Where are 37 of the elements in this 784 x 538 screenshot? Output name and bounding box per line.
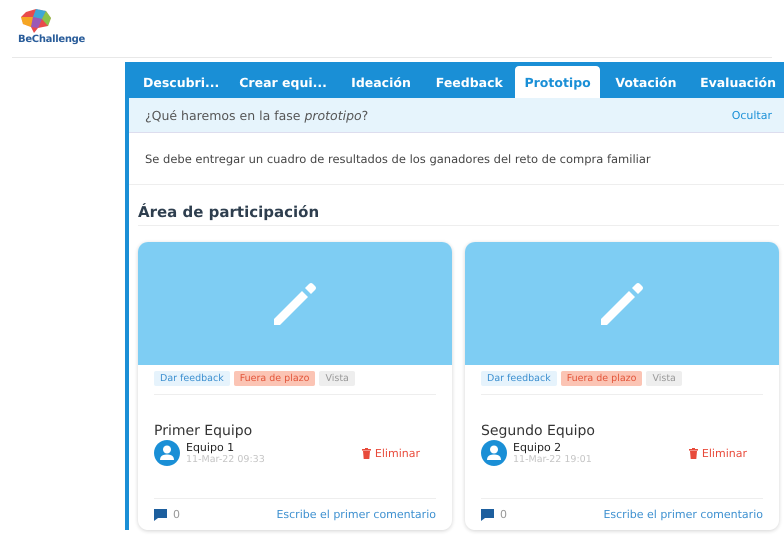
status-tag: Vista	[646, 371, 682, 386]
user-avatar-icon	[481, 440, 507, 466]
section-title: Área de participación	[138, 203, 779, 226]
phase-tab[interactable]: Crear equi...	[231, 66, 335, 98]
status-tag: Fuera de plazo	[560, 371, 642, 386]
comment-link[interactable]: Escribe el primer comentario	[603, 508, 763, 521]
status-tag: Dar feedback	[154, 371, 230, 386]
phase-tab[interactable]: Descubri...	[135, 66, 228, 98]
comment-count: 0	[500, 508, 507, 521]
team-name: Equipo 2	[513, 441, 562, 454]
user-avatar-icon	[154, 440, 180, 466]
delete-button[interactable]: Eliminar	[356, 446, 426, 460]
logo-text: BeChallenge	[18, 34, 86, 45]
phase-question: ¿Qué haremos en la fase prototipo?	[145, 108, 368, 122]
trash-icon	[688, 448, 698, 458]
phase-tab[interactable]: Evaluación	[692, 66, 784, 98]
phase-tab[interactable]: Votación	[604, 66, 688, 98]
comment-link[interactable]: Escribe el primer comentario	[276, 508, 436, 521]
phase-tab[interactable]: Prototipo	[515, 66, 600, 98]
comment-icon	[481, 508, 494, 520]
description-text: Se debe entregar un cuadro de resultados de los ganadores del reto de compra familiar	[145, 152, 651, 166]
status-tag: Fuera de plazo	[234, 371, 316, 386]
date-text: 11-Mar-22 09:33	[186, 454, 266, 465]
hide-link[interactable]: Ocultar	[732, 108, 772, 122]
phase-tab[interactable]: Feedback	[427, 66, 512, 98]
logo-icon	[18, 8, 54, 34]
status-tag: Dar feedback	[481, 371, 557, 386]
trash-icon	[362, 448, 371, 458]
card-title: Segundo Equipo	[481, 423, 596, 439]
date-text: 11-Mar-22 19:01	[513, 454, 593, 465]
team-name: Equipo 1	[186, 441, 236, 454]
status-tag: Vista	[319, 371, 355, 386]
phase-tab[interactable]: Ideación	[338, 66, 424, 98]
card-title: Primer Equipo	[154, 423, 254, 439]
delete-button[interactable]: Eliminar	[682, 446, 753, 460]
comment-icon	[154, 508, 167, 520]
comment-count: 0	[173, 508, 180, 521]
